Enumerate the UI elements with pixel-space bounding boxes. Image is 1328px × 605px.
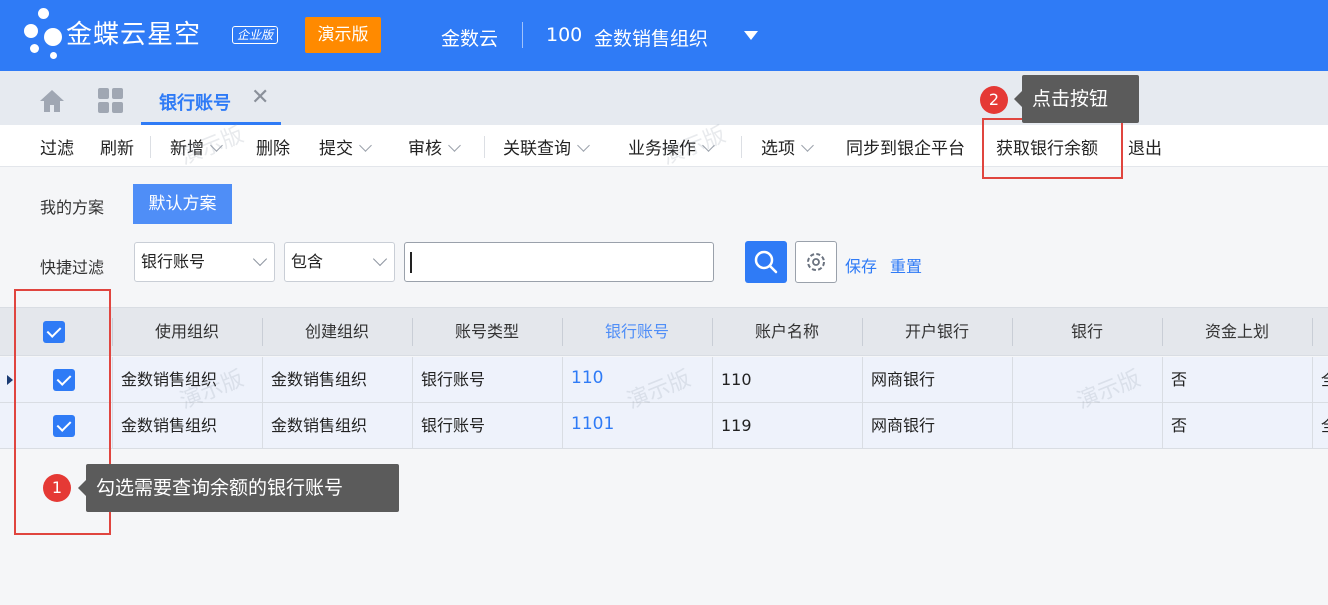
demo-version-badge: 演示版 — [305, 17, 381, 53]
my-scheme-label: 我的方案 — [40, 198, 105, 217]
org-dropdown-caret-icon[interactable] — [744, 31, 758, 40]
column-header-bank[interactable]: 银行 — [1012, 308, 1162, 356]
cell-account-name: 110 — [712, 357, 862, 402]
cell-use-org: 金数销售组织 — [112, 357, 262, 402]
cell-create-org: 金数销售组织 — [262, 403, 412, 448]
column-header-fund-up[interactable]: 资金上划 — [1162, 308, 1312, 356]
refresh-button[interactable]: 刷新 — [100, 134, 134, 159]
cell-bank — [1012, 403, 1162, 448]
options-button[interactable]: 选项 — [761, 134, 814, 159]
home-icon[interactable] — [38, 88, 66, 114]
data-center-name[interactable]: 金数云 — [441, 24, 498, 51]
chevron-down-icon — [577, 139, 590, 152]
brand-name: 金蝶云星空 — [66, 20, 202, 50]
toolbar-divider — [150, 136, 151, 158]
delete-button[interactable]: 删除 — [256, 134, 290, 159]
gear-icon — [807, 253, 825, 271]
filter-operator-select[interactable]: 包含 — [284, 242, 395, 282]
list-content: 我的方案 默认方案 快捷过滤 银行账号 包含 保存 重置 使用组织 创建组织 账… — [0, 168, 1328, 605]
text-caret — [410, 252, 412, 273]
column-header-create-org[interactable]: 创建组织 — [262, 308, 412, 356]
step-1-number-badge: 1 — [43, 474, 71, 502]
business-ops-button[interactable]: 业务操作 — [628, 134, 715, 159]
chevron-down-icon — [801, 139, 814, 152]
filter-field-value: 银行账号 — [141, 252, 206, 271]
cell-fund-up: 否 — [1162, 403, 1312, 448]
column-header-account-name[interactable]: 账户名称 — [712, 308, 862, 356]
column-header-account-type[interactable]: 账号类型 — [412, 308, 562, 356]
cell-account-no-link[interactable]: 110 — [562, 357, 712, 402]
cell-bank — [1012, 357, 1162, 402]
step-2-tooltip: 点击按钮 — [1014, 75, 1139, 123]
grid-header: 使用组织 创建组织 账号类型 银行账号 账户名称 开户银行 银行 资金上划 — [0, 307, 1328, 356]
cell-account-name: 119 — [712, 403, 862, 448]
top-header: 金蝶云星空 企业版 演示版 金数云 100 金数销售组织 — [0, 0, 1328, 71]
filter-value-input[interactable] — [404, 242, 714, 282]
org-name[interactable]: 金数销售组织 — [594, 24, 708, 51]
quick-filter-label: 快捷过滤 — [40, 258, 105, 277]
column-divider — [1312, 318, 1313, 346]
cell-open-bank: 网商银行 — [862, 357, 1012, 402]
add-button[interactable]: 新增 — [170, 134, 223, 159]
edition-badge: 企业版 — [232, 26, 279, 44]
sync-bank-platform-button[interactable]: 同步到银企平台 — [846, 134, 965, 159]
submit-button[interactable]: 提交 — [319, 134, 372, 159]
kingdee-logo-icon — [20, 8, 68, 64]
cell-open-bank: 网商银行 — [862, 403, 1012, 448]
filter-operator-value: 包含 — [291, 252, 324, 271]
chevron-down-icon — [448, 139, 461, 152]
search-icon — [754, 250, 778, 274]
filter-settings-button[interactable] — [795, 241, 837, 283]
table-row[interactable]: 金数销售组织 金数销售组织 银行账号 110 110 网商银行 否 全 — [0, 357, 1328, 403]
filter-field-select[interactable]: 银行账号 — [134, 242, 275, 282]
reset-filter-link[interactable]: 重置 — [890, 253, 922, 277]
action-toolbar: 过滤 刷新 新增 删除 提交 审核 关联查询 业务操作 选项 同步到银企平台 获… — [0, 125, 1328, 167]
toolbar-divider — [484, 136, 485, 158]
org-code[interactable]: 100 — [546, 24, 582, 46]
chevron-down-icon — [252, 251, 268, 267]
get-balance-highlight-box — [982, 118, 1123, 179]
step-1-tooltip: 勾选需要查询余额的银行账号 — [78, 464, 399, 512]
tab-bank-account[interactable]: 银行账号 ✕ — [141, 71, 281, 125]
chevron-down-icon — [210, 139, 223, 152]
toolbar-divider — [741, 136, 742, 158]
cell-use-org: 金数销售组织 — [112, 403, 262, 448]
related-query-button[interactable]: 关联查询 — [503, 134, 590, 159]
audit-button[interactable]: 审核 — [408, 134, 461, 159]
cell-fund-up: 否 — [1162, 357, 1312, 402]
tab-label: 银行账号 — [159, 93, 231, 114]
chevron-down-icon — [372, 251, 388, 267]
cell-create-org: 金数销售组织 — [262, 357, 412, 402]
step-2-number-badge: 2 — [980, 86, 1008, 114]
column-header-account-no[interactable]: 银行账号 — [562, 308, 712, 356]
column-header-open-bank[interactable]: 开户银行 — [862, 308, 1012, 356]
chevron-down-icon — [702, 139, 715, 152]
close-icon[interactable]: ✕ — [251, 86, 269, 110]
cell-more: 全 — [1312, 357, 1328, 402]
column-header-use-org[interactable]: 使用组织 — [112, 308, 262, 356]
header-divider — [522, 22, 523, 48]
cell-account-type: 银行账号 — [412, 357, 562, 402]
cell-account-type: 银行账号 — [412, 403, 562, 448]
default-scheme-button[interactable]: 默认方案 — [133, 184, 232, 224]
cell-account-no-link[interactable]: 1101 — [562, 403, 712, 448]
chevron-down-icon — [359, 139, 372, 152]
cell-more: 全 — [1312, 403, 1328, 448]
search-button[interactable] — [745, 241, 787, 283]
current-row-marker-icon — [7, 375, 13, 385]
table-row[interactable]: 金数销售组织 金数销售组织 银行账号 1101 119 网商银行 否 全 — [0, 403, 1328, 449]
filter-button[interactable]: 过滤 — [40, 134, 74, 159]
exit-button[interactable]: 退出 — [1128, 134, 1162, 159]
save-filter-link[interactable]: 保存 — [845, 253, 877, 277]
apps-grid-icon[interactable] — [98, 88, 124, 114]
